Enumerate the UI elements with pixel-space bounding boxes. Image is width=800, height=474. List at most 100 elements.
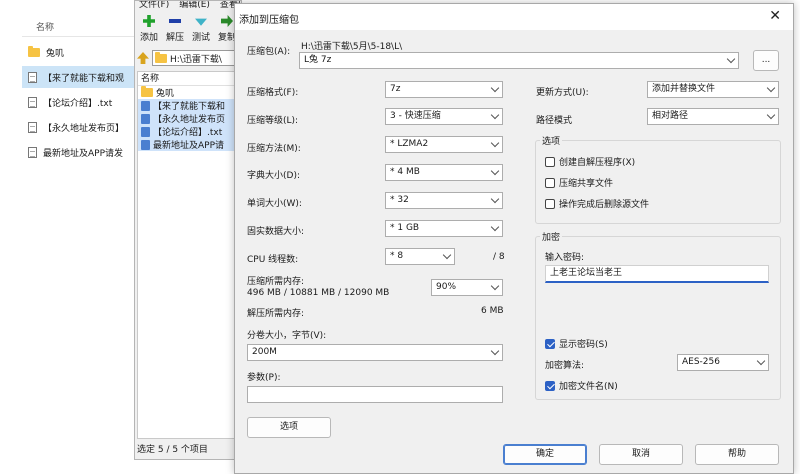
chevron-down-icon xyxy=(490,281,500,291)
format-select[interactable]: 7z xyxy=(385,81,503,98)
solid-value: * 1 GB xyxy=(390,223,420,233)
text-file-icon xyxy=(141,139,150,150)
show-password-checkbox[interactable]: 显示密码(S) xyxy=(545,337,608,350)
explorer-item[interactable]: 兔叽 xyxy=(22,41,140,63)
explorer-item[interactable]: 【永久地址发布页】 xyxy=(22,116,140,138)
header-divider xyxy=(22,36,140,37)
method-label: 压缩方法(M): xyxy=(247,144,301,154)
checkbox-checked[interactable] xyxy=(545,338,555,349)
delete-after-checkbox[interactable]: 操作完成后删除源文件 xyxy=(545,197,649,210)
list-header-name[interactable]: 名称 xyxy=(138,72,240,86)
split-select[interactable]: 200M xyxy=(247,344,503,361)
enc-method-select[interactable]: AES-256 xyxy=(677,354,769,371)
archive-name-combo[interactable]: L兔 7z xyxy=(299,52,739,69)
list-item[interactable]: 【永久地址发布页 xyxy=(138,112,240,125)
checkbox-box[interactable] xyxy=(545,198,555,209)
test-icon xyxy=(195,18,207,26)
explorer-item[interactable]: 【来了就能下载和观 xyxy=(22,66,140,88)
solid-label: 固实数据大小: xyxy=(247,227,305,237)
folder-icon xyxy=(155,51,167,63)
text-file-icon xyxy=(141,100,150,111)
word-select[interactable]: * 32 xyxy=(385,192,503,209)
chevron-down-icon xyxy=(726,54,736,64)
checkbox-box[interactable] xyxy=(545,177,555,188)
text-file-icon xyxy=(141,126,150,137)
menu-file[interactable]: 文件(F) xyxy=(139,1,169,10)
sfx-checkbox[interactable]: 创建自解压程序(X) xyxy=(545,155,635,168)
add-button[interactable]: 添加 xyxy=(137,13,161,47)
dialog-titlebar: 添加到压缩包 ✕ xyxy=(235,4,793,30)
explorer-item-label: 【来了就能下载和观 xyxy=(43,73,125,84)
extract-button[interactable]: 解压 xyxy=(163,13,187,47)
encrypt-names-checkbox[interactable]: 加密文件名(N) xyxy=(545,379,618,392)
chevron-down-icon xyxy=(756,356,766,366)
list-item-label: 最新地址及APP请 xyxy=(153,141,225,151)
dict-select[interactable]: * 4 MB xyxy=(385,164,503,181)
explorer-item[interactable]: 最新地址及APP请发 xyxy=(22,141,140,163)
explorer-item[interactable]: 【论坛介绍】.txt xyxy=(22,91,140,113)
list-item[interactable]: 最新地址及APP请 xyxy=(138,138,240,151)
level-select[interactable]: 3 - 快速压缩 xyxy=(385,108,503,125)
explorer-item-label: 兔叽 xyxy=(46,48,65,59)
dialog-title: 添加到压缩包 xyxy=(239,15,299,26)
list-item-label: 【永久地址发布页 xyxy=(153,115,226,125)
chevron-down-icon xyxy=(766,110,776,120)
checkbox-checked[interactable] xyxy=(545,380,555,391)
cpu-max: / 8 xyxy=(493,252,505,262)
mem-comp-label: 压缩所需内存: xyxy=(247,277,305,287)
mem-comp-value: 496 MB / 10881 MB / 12090 MB xyxy=(247,288,390,298)
pathmode-select[interactable]: 相对路径 xyxy=(647,108,779,125)
mem-percent-select[interactable]: 90% xyxy=(431,279,503,296)
status-bar: 选定 5 / 5 个项目 xyxy=(137,445,208,455)
list-item[interactable]: 兔叽 xyxy=(138,86,240,99)
list-item[interactable]: 【来了就能下载和 xyxy=(138,99,240,112)
archive-path-text: H:\迅雷下载\5月\5-18\L\ xyxy=(301,42,403,52)
up-folder-icon[interactable] xyxy=(137,52,149,64)
test-button[interactable]: 测试 xyxy=(189,13,213,47)
chevron-down-icon xyxy=(490,110,500,120)
checkbox-box[interactable] xyxy=(545,156,555,167)
list-item-label: 【来了就能下载和 xyxy=(153,102,226,112)
update-label: 更新方式(U): xyxy=(536,88,589,98)
dict-value: * 4 MB xyxy=(390,167,420,177)
menu-edit[interactable]: 编辑(E) xyxy=(179,1,210,10)
options-button[interactable]: 选项 xyxy=(247,417,331,438)
show-password-label: 显示密码(S) xyxy=(559,340,608,350)
format-label: 压缩格式(F): xyxy=(247,88,299,98)
document-icon xyxy=(28,146,37,158)
password-input[interactable]: 上老王论坛当老王 xyxy=(545,265,769,283)
encrypt-names-label: 加密文件名(N) xyxy=(559,382,618,392)
method-value: * LZMA2 xyxy=(390,139,429,149)
method-select[interactable]: * LZMA2 xyxy=(385,136,503,153)
ok-button[interactable]: 确定 xyxy=(503,444,587,465)
explorer-item-label: 【论坛介绍】.txt xyxy=(43,98,113,109)
path-bar: H:\迅雷下载\ xyxy=(137,49,241,67)
pathmode-value: 相对路径 xyxy=(652,111,689,121)
cpu-value: * 8 xyxy=(390,251,404,261)
cpu-label: CPU 线程数: xyxy=(247,255,299,265)
format-value: 7z xyxy=(390,84,401,94)
help-button[interactable]: 帮助 xyxy=(695,444,779,465)
enc-method-label: 加密算法: xyxy=(545,361,585,371)
name-column-header[interactable]: 名称 xyxy=(36,20,54,33)
browse-button[interactable]: ... xyxy=(753,50,779,71)
list-item-label: 【论坛介绍】.txt xyxy=(153,128,223,138)
extract-icon xyxy=(169,19,181,23)
shared-checkbox[interactable]: 压缩共享文件 xyxy=(545,176,613,189)
solid-select[interactable]: * 1 GB xyxy=(385,220,503,237)
archive-label: 压缩包(A): xyxy=(247,47,291,57)
mem-decomp-label: 解压所需内存: xyxy=(247,309,305,319)
explorer-item-label: 最新地址及APP请发 xyxy=(43,148,124,159)
archive-file-list: 名称 兔叽 【来了就能下载和 【永久地址发布页 【论坛介绍】.txt 最新地址及… xyxy=(137,71,241,439)
document-icon xyxy=(28,96,37,108)
path-field[interactable]: H:\迅雷下载\ xyxy=(152,50,241,66)
params-input[interactable] xyxy=(247,386,503,403)
list-item[interactable]: 【论坛介绍】.txt xyxy=(138,125,240,138)
cpu-select[interactable]: * 8 xyxy=(385,248,455,265)
text-file-icon xyxy=(141,113,150,124)
close-icon[interactable]: ✕ xyxy=(769,8,781,24)
update-select[interactable]: 添加并替换文件 xyxy=(647,81,779,98)
folder-icon xyxy=(141,86,153,97)
cancel-button[interactable]: 取消 xyxy=(599,444,683,465)
split-value: 200M xyxy=(252,347,277,357)
